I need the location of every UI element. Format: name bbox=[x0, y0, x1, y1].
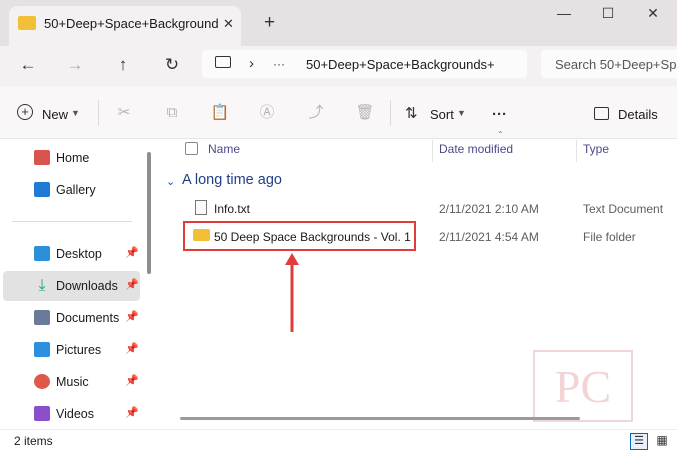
sidebar-item-videos[interactable]: Videos 📌 bbox=[3, 399, 140, 429]
item-count: 2 items bbox=[14, 434, 53, 448]
copy-icon[interactable]: ⧉ bbox=[162, 104, 182, 122]
maximize-button[interactable]: ☐ bbox=[588, 5, 628, 27]
pictures-icon bbox=[34, 342, 50, 357]
details-view-button[interactable]: ☰ bbox=[630, 433, 648, 450]
group-header[interactable]: A long time ago bbox=[182, 172, 282, 188]
divider bbox=[390, 100, 391, 126]
sidebar-item-label: Downloads bbox=[56, 279, 118, 293]
share-icon[interactable]: ⤴ bbox=[306, 104, 326, 122]
file-date: 2/11/2021 2:10 AM bbox=[439, 202, 539, 216]
forward-button[interactable]: → bbox=[63, 54, 87, 76]
up-button[interactable]: ↑ bbox=[111, 54, 135, 76]
sidebar-item-label: Pictures bbox=[56, 343, 102, 357]
annotation-arrow bbox=[285, 253, 299, 332]
folder-icon bbox=[18, 16, 36, 30]
sidebar-item-documents[interactable]: Documents 📌 bbox=[3, 303, 140, 333]
minimize-button[interactable]: — bbox=[544, 5, 584, 27]
chevron-down-icon: ▼ bbox=[71, 108, 80, 118]
tiles-view-button[interactable]: ▦ bbox=[654, 433, 670, 448]
music-icon bbox=[34, 374, 50, 389]
pin-icon: 📌 bbox=[125, 343, 139, 355]
command-bar bbox=[0, 86, 677, 139]
new-tab-button[interactable]: + bbox=[264, 12, 275, 34]
sidebar-item-label: Home bbox=[56, 151, 90, 165]
column-separator[interactable] bbox=[576, 140, 577, 162]
column-separator[interactable] bbox=[432, 140, 433, 162]
horizontal-scrollbar[interactable] bbox=[180, 417, 580, 420]
sidebar-item-label: Music bbox=[56, 375, 89, 389]
sidebar-item-label: Videos bbox=[56, 407, 94, 421]
column-header-name[interactable]: Name bbox=[208, 142, 240, 156]
sort-button[interactable]: Sort bbox=[430, 107, 454, 122]
cut-icon[interactable]: ✂ bbox=[114, 104, 134, 122]
sidebar-item-desktop[interactable]: Desktop 📌 bbox=[3, 239, 140, 269]
select-all-checkbox[interactable] bbox=[185, 142, 198, 155]
new-icon: + bbox=[17, 104, 33, 120]
close-tab-icon[interactable]: ✕ bbox=[223, 16, 234, 32]
sidebar-scrollbar[interactable] bbox=[147, 152, 151, 274]
delete-icon[interactable]: 🗑 bbox=[355, 104, 375, 122]
file-date: 2/11/2021 4:54 AM bbox=[439, 230, 539, 244]
watermark-logo: PC bbox=[533, 350, 633, 422]
new-button[interactable]: New bbox=[42, 107, 68, 122]
sidebar-item-gallery[interactable]: Gallery bbox=[3, 175, 140, 205]
details-pane-icon bbox=[594, 107, 609, 120]
documents-icon bbox=[34, 310, 50, 325]
chevron-down-icon[interactable]: ⌄ bbox=[166, 175, 175, 188]
chevron-down-icon: ▼ bbox=[457, 108, 466, 118]
pin-icon: 📌 bbox=[125, 279, 139, 291]
chevron-up-icon: ⌃ bbox=[497, 130, 504, 139]
breadcrumb-separator: › bbox=[249, 55, 254, 72]
tab-title: 50+Deep+Space+Background bbox=[44, 16, 219, 31]
sidebar-item-downloads[interactable]: ⤓ Downloads 📌 bbox=[3, 271, 140, 301]
sidebar-item-label: Desktop bbox=[56, 247, 102, 261]
sidebar-item-label: Documents bbox=[56, 311, 120, 325]
details-button[interactable]: Details bbox=[618, 107, 658, 122]
download-icon: ⤓ bbox=[38, 277, 46, 294]
pin-icon: 📌 bbox=[125, 311, 139, 323]
desktop-icon bbox=[34, 246, 50, 261]
paste-icon[interactable]: 📋 bbox=[210, 104, 230, 122]
close-window-button[interactable]: ✕ bbox=[633, 5, 673, 27]
sidebar-item-home[interactable]: Home bbox=[3, 143, 140, 173]
divider bbox=[98, 100, 99, 126]
pin-icon: 📌 bbox=[125, 407, 139, 419]
sort-icon: ⇅ bbox=[405, 105, 418, 122]
sidebar-item-label: Gallery bbox=[56, 183, 96, 197]
breadcrumb-current[interactable]: 50+Deep+Space+Backgrounds+ bbox=[306, 57, 495, 72]
file-type: File folder bbox=[583, 230, 636, 244]
text-file-icon bbox=[195, 200, 207, 215]
file-name[interactable]: Info.txt bbox=[214, 202, 250, 216]
computer-icon bbox=[215, 56, 231, 68]
gallery-icon bbox=[34, 182, 50, 197]
pin-icon: 📌 bbox=[125, 247, 139, 259]
breadcrumb-more-button[interactable]: ··· bbox=[273, 57, 285, 71]
column-header-date-modified[interactable]: Date modified bbox=[439, 142, 513, 156]
file-type: Text Document bbox=[583, 202, 664, 216]
divider bbox=[12, 221, 132, 222]
sidebar-item-pictures[interactable]: Pictures 📌 bbox=[3, 335, 140, 365]
refresh-button[interactable]: ↻ bbox=[160, 54, 184, 76]
back-button[interactable]: ← bbox=[16, 54, 40, 76]
home-icon bbox=[34, 150, 50, 165]
pin-icon: 📌 bbox=[125, 375, 139, 387]
videos-icon bbox=[34, 406, 50, 421]
rename-icon[interactable]: Ⓐ bbox=[257, 104, 277, 122]
status-bar bbox=[0, 429, 677, 454]
search-input[interactable]: Search 50+Deep+Sp bbox=[555, 57, 677, 72]
more-options-button[interactable]: ··· bbox=[492, 106, 507, 123]
sidebar-item-music[interactable]: Music 📌 bbox=[3, 367, 140, 397]
column-header-type[interactable]: Type bbox=[583, 142, 609, 156]
highlight-box bbox=[183, 221, 416, 251]
